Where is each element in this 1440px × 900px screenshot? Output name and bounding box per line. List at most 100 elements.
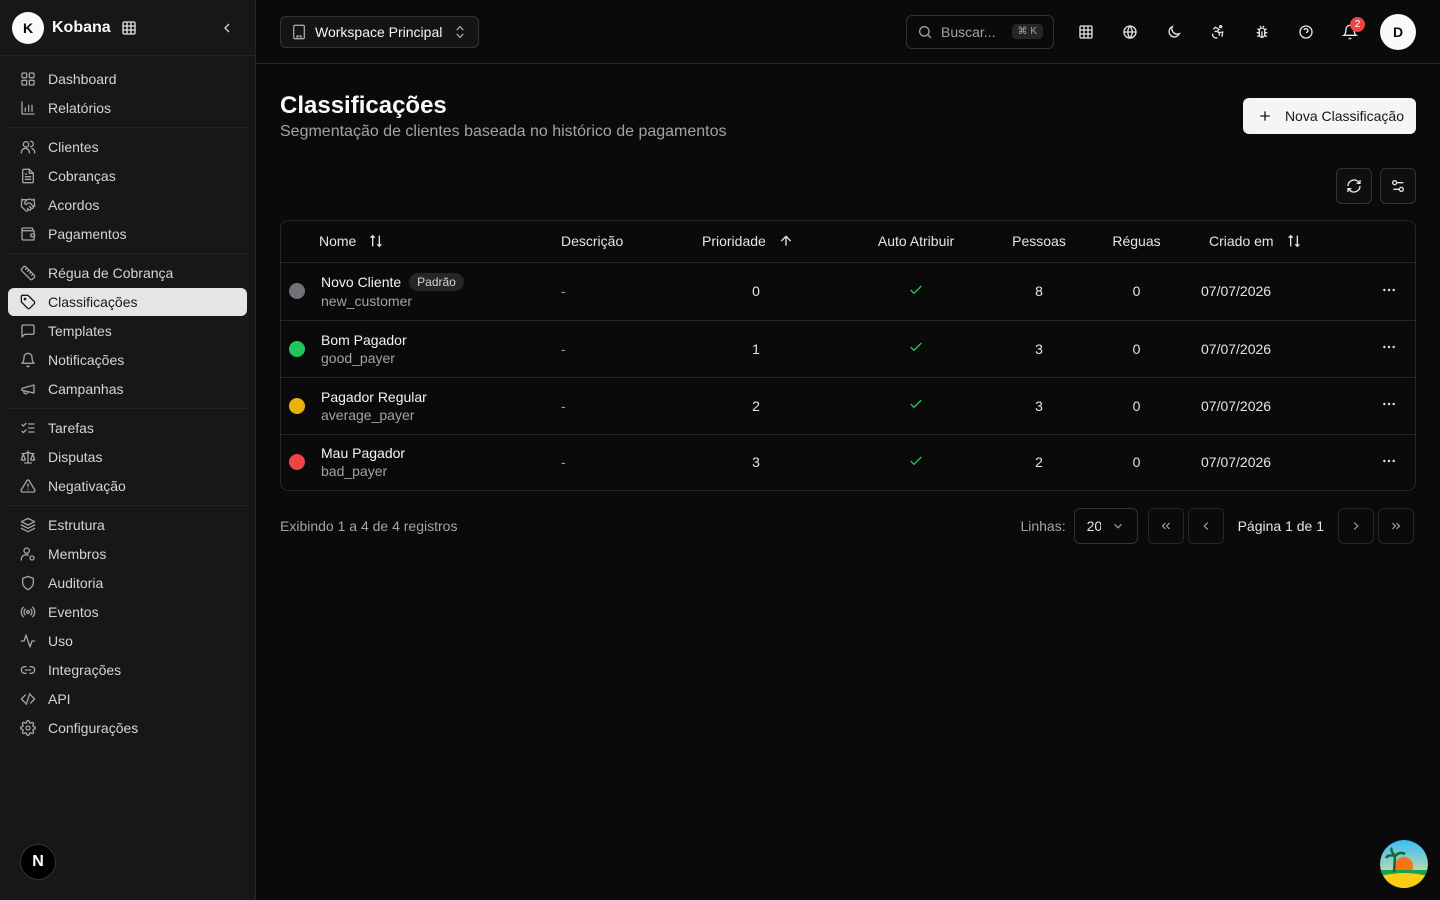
chevron-left-icon	[1199, 519, 1213, 533]
bug-icon[interactable]	[1245, 15, 1279, 49]
sidebar-item-configuracoes[interactable]: Configurações	[8, 714, 247, 742]
bell-icon[interactable]: 2	[1333, 15, 1367, 49]
user-avatar[interactable]: D	[1380, 13, 1416, 50]
sidebar-item-label: Negativação	[48, 478, 126, 494]
check-icon	[908, 453, 924, 469]
assistant-avatar[interactable]	[1380, 840, 1428, 888]
table-grid-icon[interactable]	[121, 20, 137, 36]
sidebar-item-negativacao[interactable]: Negativação	[8, 472, 247, 500]
header-rulers-label: Réguas	[1112, 233, 1161, 250]
cell-priority: 2	[752, 397, 760, 414]
moon-icon[interactable]	[1157, 15, 1191, 49]
header-description-label: Descrição	[561, 233, 624, 250]
classification-color-dot	[289, 454, 305, 471]
layout-grid-icon	[20, 71, 36, 87]
sidebar-group: Régua de Cobrança Classificações Templates…	[8, 254, 247, 409]
sidebar-item-auditoria[interactable]: Auditoria	[8, 569, 247, 597]
sidebar-item-estrutura[interactable]: Estrutura	[8, 511, 247, 539]
sidebar-item-notificacoes[interactable]: Notificações	[8, 346, 247, 374]
sidebar-item-campanhas[interactable]: Campanhas	[8, 375, 247, 403]
sidebar-group: Clientes Cobranças Acordos Pagamentos	[8, 128, 247, 254]
sidebar-item-templates[interactable]: Templates	[8, 317, 247, 345]
refresh-button[interactable]	[1336, 168, 1372, 204]
cell-actions	[1336, 434, 1415, 490]
header-priority[interactable]: Prioridade	[678, 221, 834, 262]
header-created[interactable]: Criado em	[1193, 221, 1336, 262]
cell-created: 07/07/2026	[1201, 340, 1272, 357]
check-icon	[908, 282, 924, 298]
shield-icon	[20, 575, 36, 591]
cell-rulers: 0	[1132, 283, 1141, 299]
org-avatar[interactable]: K	[12, 11, 44, 44]
sidebar-group: Dashboard Relatórios	[8, 60, 247, 128]
header-created-label: Criado em	[1209, 233, 1274, 250]
sidebar-item-label: Tarefas	[48, 420, 94, 436]
more-horizontal-icon[interactable]	[1381, 282, 1397, 298]
sidebar-item-api[interactable]: API	[8, 685, 247, 713]
prev-page-button[interactable]	[1187, 508, 1224, 544]
ruler-icon	[20, 265, 36, 281]
sidebar-item-integracoes[interactable]: Integrações	[8, 656, 247, 684]
more-horizontal-icon[interactable]	[1381, 339, 1397, 355]
records-count: Exibindo 1 a 4 de 4 registros	[280, 518, 458, 534]
sidebar-item-uso[interactable]: Uso	[8, 627, 247, 655]
alert-triangle-icon	[20, 478, 36, 494]
sidebar-item-label: Eventos	[48, 604, 99, 620]
sidebar-item-label: Relatórios	[48, 100, 112, 116]
column-settings-button[interactable]	[1380, 168, 1416, 204]
sidebar-header: K Kobana	[0, 0, 255, 56]
table-row[interactable]: Bom Pagador good_payer -1 3 0 07/07/2026	[281, 320, 1415, 377]
header-name[interactable]: Nome	[281, 221, 553, 262]
link-icon	[20, 662, 36, 678]
sidebar-item-relatorios[interactable]: Relatórios	[8, 94, 247, 122]
cell-auto-assign	[834, 262, 998, 320]
check-icon	[908, 339, 924, 355]
more-horizontal-icon[interactable]	[1381, 453, 1397, 469]
sort-both-icon	[368, 233, 384, 249]
wallet-icon	[20, 226, 36, 242]
spreadsheet-icon[interactable]	[1069, 15, 1103, 49]
sliders-icon	[1390, 178, 1406, 194]
cell-created: 07/07/2026	[1201, 283, 1272, 299]
cell-created: 07/07/2026	[1201, 397, 1272, 414]
help-circle-icon[interactable]	[1289, 15, 1323, 49]
chevrons-right-icon	[1389, 519, 1403, 533]
sidebar-item-pagamentos[interactable]: Pagamentos	[8, 220, 247, 248]
accessibility-icon[interactable]	[1201, 15, 1235, 49]
notification-count-badge: 2	[1350, 16, 1365, 32]
sidebar-item-disputas[interactable]: Disputas	[8, 443, 247, 471]
sidebar-item-label: API	[48, 691, 71, 707]
sidebar-item-membros[interactable]: Membros	[8, 540, 247, 568]
sidebar-item-regua-de-cobranca[interactable]: Régua de Cobrança	[8, 259, 247, 287]
classification-color-dot	[289, 340, 305, 357]
table-row[interactable]: Novo Cliente Padrão new_customer - 0 8 0 07/07/…	[281, 262, 1415, 320]
table-row[interactable]: Pagador Regular average_payer -2 3 0 07/07/20…	[281, 377, 1415, 434]
table-row[interactable]: Mau Pagador bad_payer -3 2 0 07/07/2026	[281, 434, 1415, 490]
user-cog-icon	[20, 546, 36, 562]
sidebar-item-acordos[interactable]: Acordos	[8, 191, 247, 219]
last-page-button[interactable]	[1378, 508, 1414, 544]
sidebar-item-dashboard[interactable]: Dashboard	[8, 65, 247, 93]
sidebar-item-label: Estrutura	[48, 517, 105, 533]
sidebar-item-cobrancas[interactable]: Cobranças	[8, 162, 247, 190]
footer-n-badge[interactable]: N	[20, 844, 56, 880]
search-input[interactable]: Buscar... ⌘ K	[906, 14, 1054, 49]
workspace-selector[interactable]: Workspace Principal	[280, 15, 480, 48]
first-page-button[interactable]	[1147, 508, 1184, 544]
cell-people: 2	[1035, 454, 1043, 471]
sidebar-item-clientes[interactable]: Clientes	[8, 133, 247, 161]
more-horizontal-icon[interactable]	[1381, 396, 1397, 412]
sidebar-item-classificacoes[interactable]: Classificações	[8, 288, 247, 316]
rows-per-page-select[interactable]: 20	[1073, 508, 1138, 544]
list-checks-icon	[20, 420, 36, 436]
cell-auto-assign	[834, 434, 998, 490]
globe-icon[interactable]	[1113, 15, 1147, 49]
sort-both-icon	[1286, 233, 1302, 249]
collapse-sidebar-icon[interactable]	[219, 20, 235, 36]
next-page-button[interactable]	[1338, 508, 1374, 544]
sidebar-item-eventos[interactable]: Eventos	[8, 598, 247, 626]
header-name-label: Nome	[319, 233, 357, 250]
classifications-table: Nome Descrição Prioridade Auto Atribuir …	[280, 220, 1416, 491]
new-classification-button[interactable]: Nova Classificação	[1242, 98, 1416, 134]
sidebar-item-tarefas[interactable]: Tarefas	[8, 414, 247, 442]
